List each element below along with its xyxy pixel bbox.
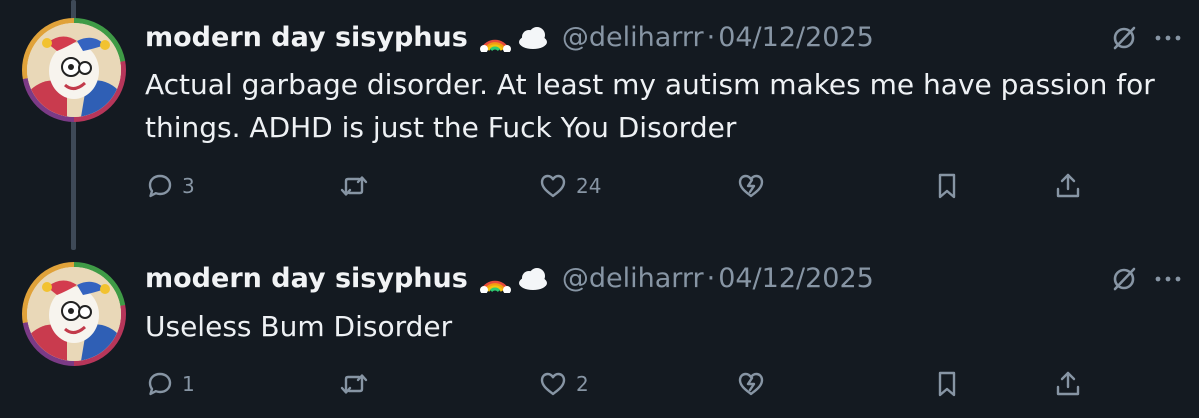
post-text: Actual garbage disorder. At least my aut… bbox=[145, 68, 1155, 144]
more-icon[interactable] bbox=[1153, 264, 1183, 294]
thread-feed: modern day sisyphus @deliharrr · 04/12/2… bbox=[0, 0, 1199, 418]
avatar-image bbox=[27, 267, 121, 361]
post-timestamp[interactable]: 04/12/2025 bbox=[718, 22, 874, 53]
rainbow-emoji bbox=[478, 263, 512, 294]
separator-dot: · bbox=[706, 262, 716, 294]
share-icon bbox=[1054, 369, 1082, 399]
bookmark-icon bbox=[933, 369, 961, 399]
share-button[interactable] bbox=[1054, 168, 1082, 204]
repost-icon bbox=[339, 370, 369, 398]
reply-icon bbox=[146, 370, 174, 398]
translate-icon[interactable] bbox=[1109, 264, 1139, 294]
reply-count: 3 bbox=[182, 174, 195, 198]
quote-icon bbox=[736, 172, 766, 200]
like-count: 24 bbox=[576, 174, 602, 198]
repost-button[interactable] bbox=[339, 168, 377, 204]
avatar[interactable] bbox=[22, 18, 126, 122]
like-icon bbox=[538, 172, 568, 200]
quote-button[interactable] bbox=[736, 366, 766, 402]
avatar[interactable] bbox=[22, 262, 126, 366]
post-actions: 3 24 bbox=[146, 168, 1096, 204]
post[interactable]: modern day sisyphus @deliharrr · 04/12/2… bbox=[0, 0, 1199, 242]
reply-button[interactable]: 3 bbox=[146, 168, 195, 204]
post-timestamp[interactable]: 04/12/2025 bbox=[718, 263, 874, 294]
reply-button[interactable]: 1 bbox=[146, 366, 195, 402]
like-button[interactable]: 2 bbox=[538, 366, 589, 402]
avatar-image bbox=[27, 23, 121, 117]
post-header-actions bbox=[1109, 259, 1183, 299]
bookmark-button[interactable] bbox=[933, 366, 961, 402]
like-button[interactable]: 24 bbox=[538, 168, 601, 204]
more-icon[interactable] bbox=[1153, 23, 1183, 53]
share-button[interactable] bbox=[1054, 366, 1082, 402]
post[interactable]: modern day sisyphus @deliharrr · 04/12/2… bbox=[0, 242, 1199, 418]
display-name[interactable]: modern day sisyphus bbox=[145, 263, 468, 294]
quote-icon bbox=[736, 370, 766, 398]
like-icon bbox=[538, 370, 568, 398]
reply-count: 1 bbox=[182, 372, 195, 396]
cloud-emoji bbox=[516, 263, 550, 293]
quote-button[interactable] bbox=[736, 168, 766, 204]
rainbow-emoji bbox=[478, 22, 512, 53]
user-handle[interactable]: @deliharrr bbox=[562, 22, 704, 53]
repost-icon bbox=[339, 172, 369, 200]
cloud-emoji bbox=[516, 22, 550, 52]
like-count: 2 bbox=[576, 372, 589, 396]
translate-icon[interactable] bbox=[1109, 23, 1139, 53]
post-header: modern day sisyphus @deliharrr · 04/12/2… bbox=[145, 17, 874, 57]
repost-button[interactable] bbox=[339, 366, 377, 402]
separator-dot: · bbox=[706, 21, 716, 53]
share-icon bbox=[1054, 171, 1082, 201]
post-text: Useless Bum Disorder bbox=[145, 310, 453, 343]
post-header: modern day sisyphus @deliharrr · 04/12/2… bbox=[145, 258, 874, 298]
display-name[interactable]: modern day sisyphus bbox=[145, 22, 468, 53]
bookmark-button[interactable] bbox=[933, 168, 961, 204]
reply-icon bbox=[146, 172, 174, 200]
bookmark-icon bbox=[933, 171, 961, 201]
user-handle[interactable]: @deliharrr bbox=[562, 263, 704, 294]
post-header-actions bbox=[1109, 18, 1183, 58]
post-actions: 1 2 bbox=[146, 366, 1096, 402]
